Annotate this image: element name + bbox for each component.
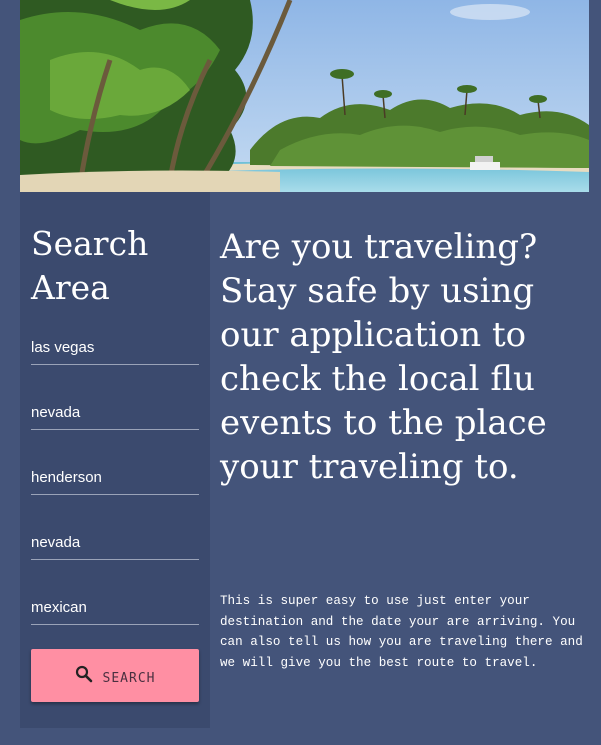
search-field-5 [31,594,199,625]
state-input[interactable] [31,399,199,425]
sidebar-title: Search Area [31,224,149,307]
hero-beach-image [20,0,589,192]
destination-state-input[interactable] [31,529,199,555]
search-field-4 [31,529,199,560]
search-icon [75,665,93,683]
search-sidebar: Search Area SEARCH [20,192,210,728]
search-field-1 [31,334,199,365]
search-button-label: SEARCH [102,671,156,686]
search-field-3 [31,464,199,495]
destination-city-input[interactable] [31,464,199,490]
cuisine-input[interactable] [31,594,199,620]
search-field-2 [31,399,199,430]
description-text: This is super easy to use just enter you… [220,594,583,670]
search-button[interactable]: SEARCH [31,649,199,702]
headline: Are you traveling? Stay safe by using ou… [220,227,547,487]
city-input[interactable] [31,334,199,360]
